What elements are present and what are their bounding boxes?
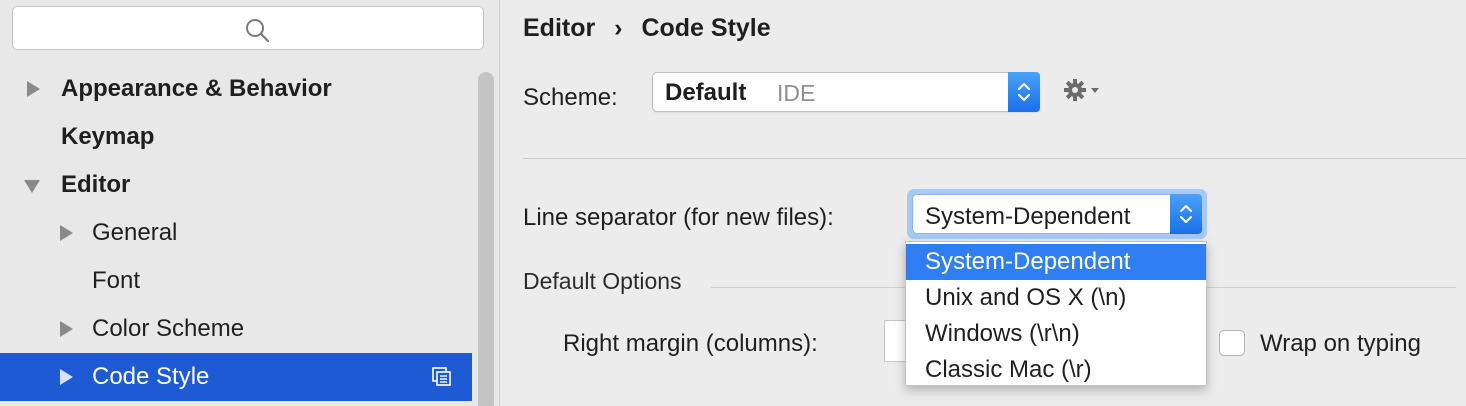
scheme-select[interactable]: Default IDE [652,72,1040,112]
tree-item-keymap[interactable]: Keymap [0,113,472,161]
breadcrumb-parent[interactable]: Editor [523,14,595,42]
tree-item-color-scheme[interactable]: Color Scheme [0,305,472,353]
scheme-name: Default [665,79,747,106]
up-down-chevron-icon [1018,83,1030,101]
tree-item-label: General [92,219,178,246]
wrap-on-typing-checkbox[interactable] [1219,330,1245,356]
tree-item-label: Editor [61,171,131,198]
expand-arrow-icon[interactable] [25,81,41,97]
tree-item-label: Font [92,267,141,294]
line-separator-label: Line separator (for new files): [523,204,834,231]
scheme-select-stepper[interactable] [1008,72,1040,112]
line-separator-dropdown: System-Dependent Unix and OS X (\n) Wind… [905,241,1207,386]
dropdown-option-unix[interactable]: Unix and OS X (\n) [906,280,1206,316]
scheme-label: Scheme: [523,84,618,111]
line-separator-stepper[interactable] [1170,194,1202,234]
line-separator-value: System-Dependent [925,203,1131,230]
tree-item-code-style[interactable]: Code Style [0,353,472,401]
dropdown-option-system-dependent[interactable]: System-Dependent [906,244,1206,280]
breadcrumb-separator: › [614,14,623,42]
collapse-arrow-icon[interactable] [24,178,40,194]
line-separator-select[interactable]: System-Dependent [912,194,1202,234]
copy-icon [432,367,451,386]
tree-item-label: Keymap [61,123,155,150]
sidebar-scrollbar-thumb[interactable] [478,72,494,406]
default-options-title: Default Options [523,268,682,294]
tree-item-editor[interactable]: Editor [0,161,472,209]
gear-icon[interactable] [1063,78,1105,104]
right-margin-label: Right margin (columns): [563,330,818,357]
settings-sidebar: Appearance & Behavior Keymap Editor Gene… [0,0,500,406]
expand-arrow-icon[interactable] [58,225,74,241]
divider [523,158,1466,159]
dropdown-option-windows[interactable]: Windows (\r\n) [906,316,1206,352]
up-down-chevron-icon [1180,205,1192,223]
search-icon [246,19,269,42]
expand-arrow-icon[interactable] [58,321,74,337]
tree-item-label: Code Style [92,363,210,390]
wrap-on-typing-label[interactable]: Wrap on typing [1260,330,1421,358]
search-input[interactable] [12,6,484,50]
tree-item-font[interactable]: Font [0,257,472,305]
expand-arrow-icon[interactable] [58,369,74,385]
breadcrumb: Editor › Code Style [523,14,771,43]
tree-item-appearance-behavior[interactable]: Appearance & Behavior [0,65,472,113]
dropdown-option-classic-mac[interactable]: Classic Mac (\r) [906,352,1206,388]
tree-item-label: Appearance & Behavior [61,75,332,102]
tree-item-label: Color Scheme [92,315,245,342]
tree-item-general[interactable]: General [0,209,472,257]
breadcrumb-current: Code Style [641,14,771,42]
scheme-type: IDE [777,80,816,106]
